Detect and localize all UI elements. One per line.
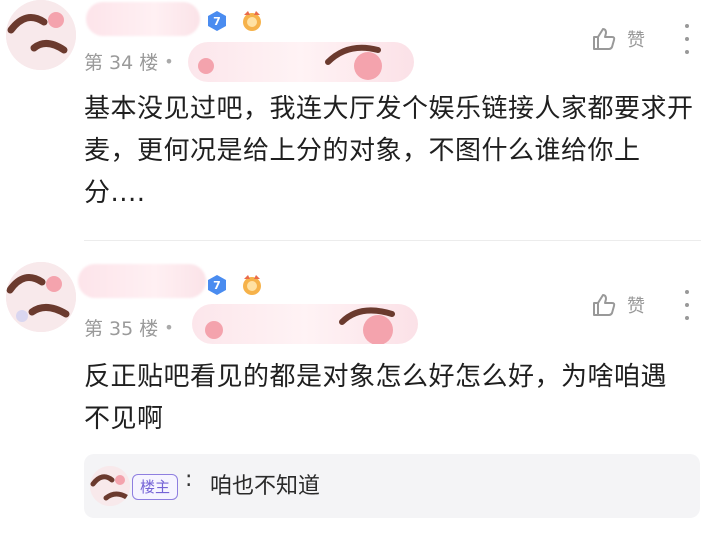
like-button[interactable]: 赞 bbox=[591, 292, 645, 318]
ip-location-blurred bbox=[192, 304, 418, 344]
floor-number: 第 34 楼 bbox=[84, 52, 159, 74]
reply-text: 咱也不知道 bbox=[210, 474, 321, 499]
reply-preview[interactable]: 楼主 : 咱也不知道 bbox=[84, 454, 700, 518]
avatar[interactable] bbox=[6, 0, 76, 70]
more-vertical-icon bbox=[685, 24, 689, 28]
medal-icon bbox=[243, 275, 261, 295]
svg-text:7: 7 bbox=[213, 15, 221, 28]
svg-text:7: 7 bbox=[213, 279, 221, 292]
separator-dot: • bbox=[164, 52, 174, 71]
op-tag: 楼主 bbox=[132, 474, 179, 500]
separator-dot: • bbox=[164, 318, 174, 337]
divider bbox=[84, 240, 701, 241]
floor-info: 第 35 楼 • bbox=[84, 314, 174, 341]
like-label: 赞 bbox=[627, 296, 645, 317]
level-badge-icon: 7 bbox=[208, 275, 226, 295]
reply-colon: : bbox=[185, 467, 193, 492]
like-label: 赞 bbox=[627, 30, 645, 51]
like-button[interactable]: 赞 bbox=[591, 26, 645, 52]
avatar[interactable] bbox=[6, 262, 76, 332]
thumbs-up-icon bbox=[593, 28, 616, 50]
ip-location-blurred bbox=[188, 42, 414, 82]
level-badge-icon: 7 bbox=[208, 11, 226, 31]
username-blurred[interactable] bbox=[86, 2, 200, 36]
floor-info: 第 34 楼 • bbox=[84, 48, 174, 75]
floor-number: 第 35 楼 bbox=[84, 318, 159, 340]
thumbs-up-icon bbox=[593, 294, 616, 316]
more-vertical-icon bbox=[685, 290, 689, 294]
post-content: 反正贴吧看见的都是对象怎么好怎么好，为啥咱遇不见啊 bbox=[84, 362, 668, 434]
reply-avatar bbox=[90, 466, 130, 506]
more-options-button[interactable] bbox=[683, 24, 691, 54]
medal-icon bbox=[243, 11, 261, 31]
post-content: 基本没见过吧，我连大厅发个娱乐链接人家都要求开麦，更何况是给上分的对象，不图什么… bbox=[84, 94, 694, 208]
username-blurred[interactable] bbox=[78, 264, 206, 298]
more-options-button[interactable] bbox=[683, 290, 691, 320]
